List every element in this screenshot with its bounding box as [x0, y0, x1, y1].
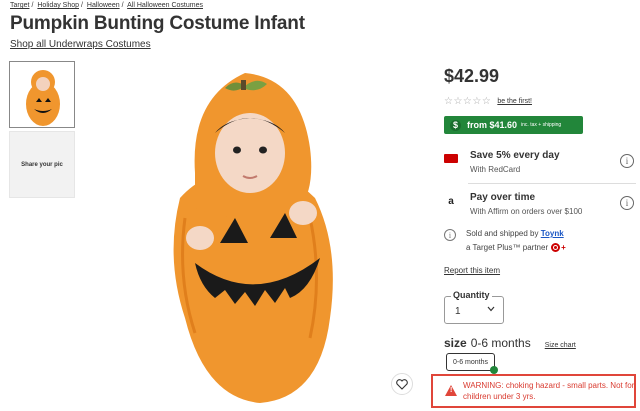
info-icon[interactable]: i — [620, 154, 634, 168]
breadcrumb-separator: / — [81, 2, 83, 9]
breadcrumb-holiday-shop[interactable]: Holiday Shop — [37, 2, 79, 9]
share-your-pic-label: Share your pic — [21, 161, 63, 168]
breadcrumb-separator: / — [121, 2, 124, 9]
affirm-icon: a — [448, 195, 454, 207]
sold-by-prefix: Sold and shipped by — [466, 229, 539, 238]
breadcrumb: Target / Holiday Shop / Halloween / All Hal… — [10, 2, 203, 9]
partner-line: a Target Plus™ partner + — [466, 243, 566, 252]
sold-by-line: Sold and shipped by Toynk — [466, 229, 564, 238]
favorite-button[interactable] — [391, 373, 413, 395]
chevron-down-icon — [487, 306, 495, 312]
seller-info: i Sold and shipped by Toynk a Target Plu… — [444, 226, 634, 256]
pumpkin-baby-thumbnail — [10, 62, 74, 127]
redcard-heading: Save 5% every day — [470, 150, 560, 161]
share-your-pic-button[interactable]: Share your pic — [9, 131, 75, 198]
pumpkin-bunting-illustration — [85, 58, 420, 408]
breadcrumb-separator: / — [31, 2, 34, 9]
breadcrumb-halloween[interactable]: Halloween — [87, 2, 120, 9]
redcard-perk: Save 5% every day With RedCard i — [444, 150, 634, 178]
size-selected-value: 0-6 months — [470, 336, 531, 350]
affirm-heading: Pay over time — [470, 192, 536, 203]
report-item-link[interactable]: Report this item — [444, 266, 500, 275]
deal-price: from $41.60 — [467, 120, 518, 130]
checkmark-icon — [490, 366, 498, 374]
product-title: Pumpkin Bunting Costume Infant — [10, 13, 305, 34]
divider — [468, 183, 636, 184]
quantity-value: 1 — [455, 306, 461, 317]
choking-hazard-warning: ! WARNING: choking hazard - small parts.… — [431, 374, 636, 408]
size-chart-link[interactable]: Size chart — [545, 342, 576, 349]
product-main-image[interactable] — [85, 58, 420, 408]
seller-link[interactable]: Toynk — [541, 229, 564, 238]
redcard-subtext: With RedCard — [470, 165, 521, 174]
quantity-label: Quantity — [451, 290, 492, 300]
quantity-select[interactable]: Quantity 1 — [444, 290, 504, 324]
info-icon[interactable]: i — [444, 229, 456, 241]
other-sellers-deal-button[interactable]: $ from $41.60 inc. tax + shipping — [444, 116, 583, 134]
deal-subtext: inc. tax + shipping — [521, 122, 562, 128]
thumbnail-image[interactable] — [9, 61, 75, 128]
size-row: size 0-6 months Size chart — [444, 336, 576, 350]
warning-text: WARNING: choking hazard - small parts. N… — [463, 381, 635, 401]
rating-stars-icon: ☆☆☆☆☆ — [444, 96, 492, 107]
dollar-icon: $ — [450, 119, 461, 131]
size-option-label: 0-6 months — [452, 358, 489, 366]
rating-row: ☆☆☆☆☆ be the first! — [444, 96, 532, 107]
target-plus-icon — [551, 243, 561, 252]
shop-brand-link[interactable]: Shop all Underwraps Costumes — [10, 39, 151, 50]
partner-text: a Target Plus™ partner — [466, 243, 549, 252]
redcard-icon — [444, 154, 458, 163]
breadcrumb-target[interactable]: Target — [10, 2, 29, 9]
product-price: $42.99 — [444, 66, 500, 86]
heart-icon — [396, 378, 408, 390]
target-plus-icon: + — [561, 243, 566, 252]
affirm-subtext: With Affirm on orders over $100 — [470, 207, 583, 216]
breadcrumb-all-halloween-costumes[interactable]: All Halloween Costumes — [127, 2, 203, 9]
affirm-perk: a Pay over time With Affirm on orders ov… — [444, 192, 634, 220]
size-label: size — [444, 336, 467, 350]
be-first-review-link[interactable]: be the first! — [497, 98, 532, 105]
info-icon[interactable]: i — [620, 196, 634, 210]
warning-icon-mark: ! — [450, 387, 453, 394]
size-option-0-6-months[interactable]: 0-6 months — [446, 353, 498, 374]
